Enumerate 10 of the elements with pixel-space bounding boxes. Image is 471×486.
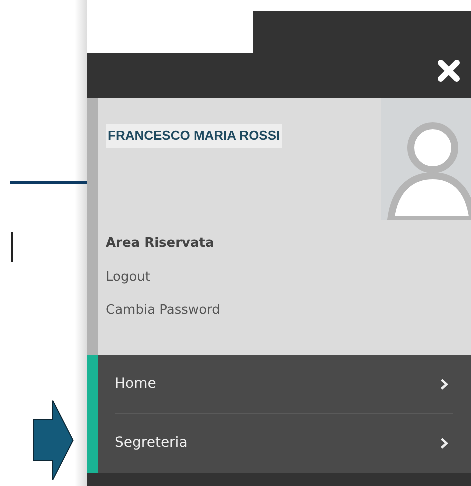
account-link[interactable]: Cambia Password <box>106 301 220 320</box>
chevron-icon <box>440 436 449 450</box>
chevron-icon <box>440 378 449 390</box>
menu-item[interactable]: Home <box>98 355 471 413</box>
menu-item[interactable]: Segreteria <box>98 414 471 472</box>
section-title: Area Riservata <box>106 235 214 253</box>
arrow-icon <box>33 400 74 481</box>
user-name: FRANCESCO MARIA ROSSI <box>106 124 282 148</box>
account-link[interactable]: Logout <box>106 268 151 287</box>
close-icon[interactable] <box>437 58 461 82</box>
